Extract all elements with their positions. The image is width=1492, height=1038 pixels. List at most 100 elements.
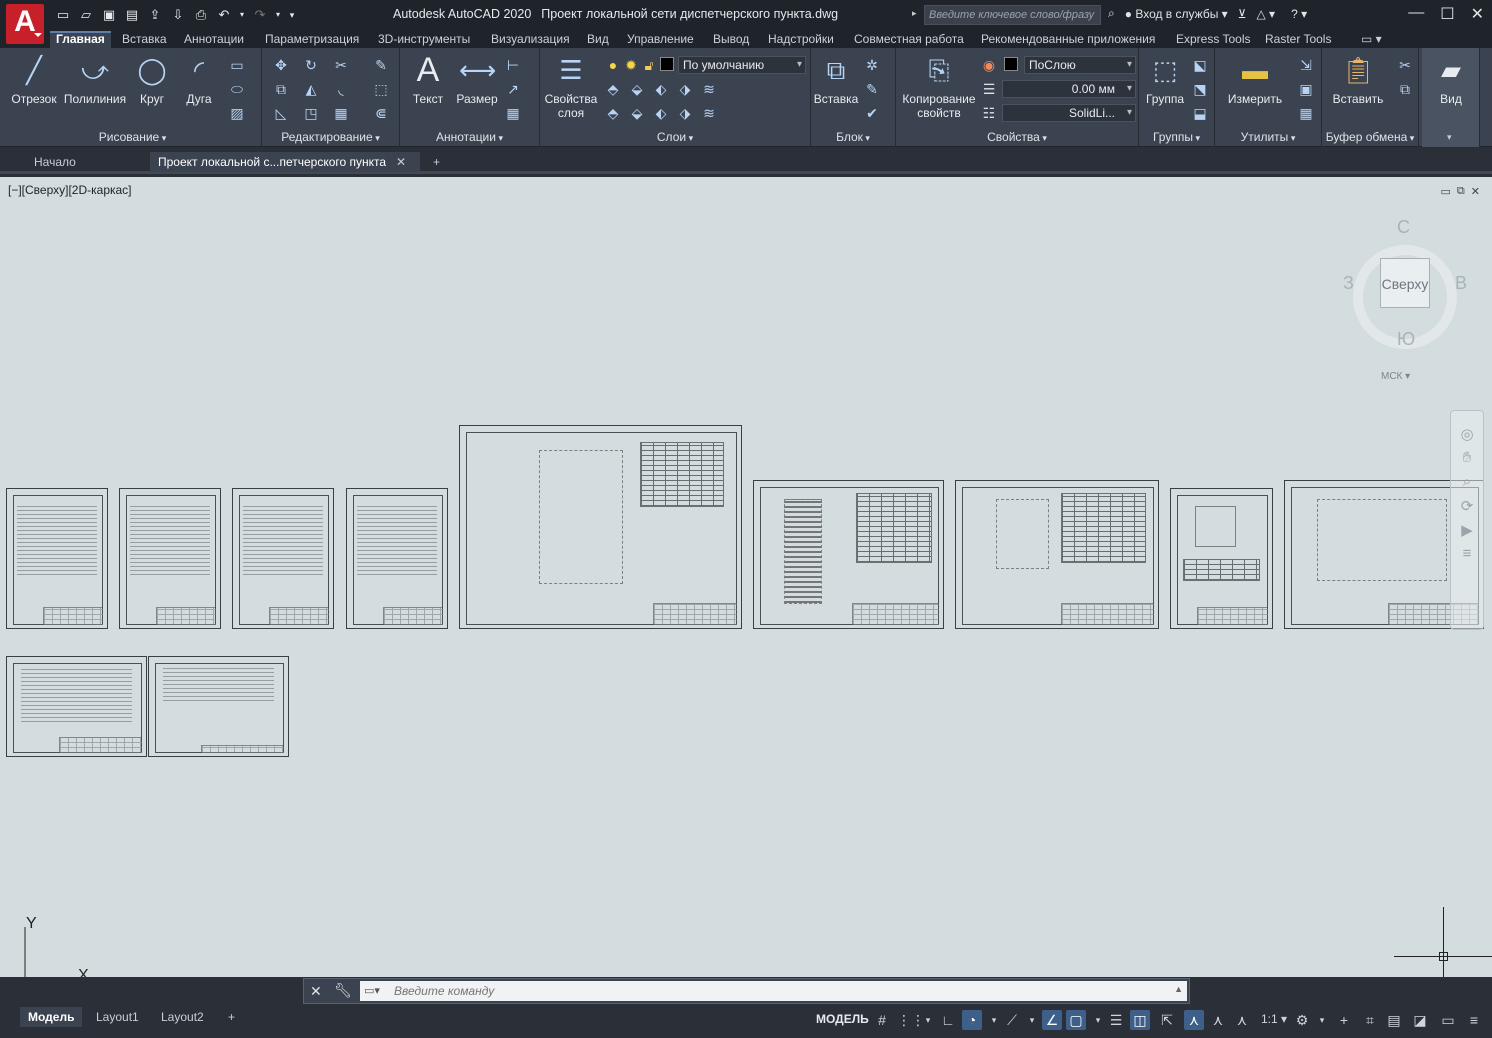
- color-wheel-icon[interactable]: ◉: [980, 56, 998, 74]
- lineweight-dropdown[interactable]: 0.00 мм: [1002, 80, 1136, 98]
- paste-tool[interactable]: 📋︎ Вставить: [1326, 52, 1390, 106]
- help-icon[interactable]: ? ▾: [1291, 7, 1307, 21]
- minimize-icon[interactable]: —: [1408, 4, 1424, 24]
- copy-clip-icon[interactable]: ⧉: [1396, 80, 1414, 98]
- workspace-gear-icon[interactable]: ⚙: [1292, 1010, 1312, 1030]
- tab-view[interactable]: Вид: [581, 31, 615, 48]
- offset-icon[interactable]: ⋐: [372, 104, 390, 122]
- drawing-sheet[interactable]: [6, 488, 108, 629]
- quick-properties-icon[interactable]: ▤: [1384, 1010, 1404, 1030]
- tab-manage[interactable]: Управление: [621, 31, 700, 48]
- tab-annotate[interactable]: Аннотации: [178, 31, 250, 48]
- transparency-icon[interactable]: ◫: [1130, 1010, 1150, 1030]
- panel-title-annotation[interactable]: Аннотации: [400, 130, 539, 144]
- save-as-icon[interactable]: ▤: [123, 6, 141, 24]
- scale-icon[interactable]: ◳: [302, 104, 320, 122]
- panel-title-groups[interactable]: Группы: [1139, 130, 1214, 144]
- layer-lock-icon[interactable]: 🔓︎: [640, 56, 658, 74]
- grid-icon[interactable]: #: [872, 1010, 892, 1030]
- group-edit-icon[interactable]: ⬔: [1191, 80, 1209, 98]
- customization-menu-icon[interactable]: ≡: [1464, 1010, 1484, 1030]
- group-tool[interactable]: ⬚ Группа: [1141, 52, 1189, 106]
- selection-cycling-icon[interactable]: ⇱: [1157, 1010, 1177, 1030]
- tab-start[interactable]: Начало: [26, 152, 84, 172]
- command-line-customize-icon[interactable]: 🔧︎: [334, 982, 352, 999]
- select-all-icon[interactable]: ▣: [1297, 80, 1315, 98]
- layer-dropdown[interactable]: По умолчанию: [678, 56, 806, 74]
- polyline-tool[interactable]: ⤻ Полилиния: [62, 52, 128, 106]
- layer-lock-tool-icon[interactable]: ⬗: [676, 80, 694, 98]
- view-tool[interactable]: ▰ Вид: [1426, 52, 1476, 106]
- ribbon-toggle-icon[interactable]: ▭ ▾: [1355, 31, 1388, 48]
- binoculars-icon[interactable]: ⌕: [1108, 6, 1115, 21]
- isodraft-icon[interactable]: ⟋: [1002, 1010, 1022, 1030]
- layer-properties-tool[interactable]: ☰ Свойства слоя: [542, 52, 600, 120]
- panel-title-layers[interactable]: Слои: [540, 130, 810, 144]
- command-history-icon[interactable]: ▲: [1174, 984, 1183, 994]
- cut-icon[interactable]: ✂: [1396, 56, 1414, 74]
- make-current-icon[interactable]: ⬘: [604, 104, 622, 122]
- explode-icon[interactable]: ⬚: [372, 80, 390, 98]
- search-input[interactable]: Введите ключевое слово/фразу: [924, 5, 1101, 25]
- hatch-pattern-icon[interactable]: ▨: [228, 104, 246, 122]
- osnap-dropdown-icon[interactable]: ▾: [1088, 1010, 1108, 1030]
- tab-layout1[interactable]: Layout1: [88, 1007, 147, 1027]
- zoom-icon[interactable]: ⌕: [1451, 473, 1483, 497]
- drawing-sheet-spec[interactable]: [6, 656, 147, 757]
- wcs-menu[interactable]: МСК ▾: [1381, 371, 1410, 382]
- layer-off-icon[interactable]: ⬘: [604, 80, 622, 98]
- open-icon[interactable]: ▱: [77, 6, 95, 24]
- drawing-sheet[interactable]: [232, 488, 334, 629]
- command-input[interactable]: [360, 981, 1187, 1001]
- search-expand-icon[interactable]: ▸: [912, 8, 917, 19]
- signin-button[interactable]: ● Вход в службы ▾: [1125, 7, 1228, 21]
- viewport-controls-label[interactable]: [−][Сверху][2D-каркас]: [8, 183, 132, 197]
- panel-title-draw[interactable]: Рисование: [4, 130, 261, 144]
- snap-dropdown-icon[interactable]: ▾: [918, 1010, 938, 1030]
- layer-thaw-icon[interactable]: ⬖: [652, 104, 670, 122]
- copy-icon[interactable]: ⧉: [272, 80, 290, 98]
- viewcube[interactable]: С Ю З В Сверху МСК ▾: [1343, 217, 1467, 387]
- lineweight-toggle-icon[interactable]: ☰: [1106, 1010, 1126, 1030]
- object-snap-tracking-icon[interactable]: ∠: [1042, 1010, 1062, 1030]
- calculator-icon[interactable]: ▦: [1297, 104, 1315, 122]
- workspace-dropdown-icon[interactable]: ▾: [1312, 1010, 1332, 1030]
- tab-collaborate[interactable]: Совместная работа: [848, 31, 970, 48]
- circle-tool[interactable]: ◯ Круг: [132, 52, 172, 106]
- hatch-icon[interactable]: ⬭: [228, 80, 246, 98]
- layer-isolate-icon[interactable]: ⬙: [628, 80, 646, 98]
- color-dropdown[interactable]: ПоСлою: [1024, 56, 1136, 74]
- drawing-sheet[interactable]: [119, 488, 221, 629]
- lineweight-icon[interactable]: ☰: [980, 80, 998, 98]
- layer-freeze-icon[interactable]: ✹: [622, 56, 640, 74]
- new-tab-icon[interactable]: +: [425, 152, 448, 172]
- panel-title-properties[interactable]: Свойства: [896, 130, 1138, 144]
- tab-visualize[interactable]: Визуализация: [485, 31, 576, 48]
- tab-3d-tools[interactable]: 3D-инструменты: [372, 31, 476, 48]
- cart-icon[interactable]: ⊻: [1238, 7, 1247, 21]
- a360-icon[interactable]: △ ▾: [1256, 7, 1275, 21]
- orbit-icon[interactable]: ⟳: [1451, 497, 1483, 521]
- save-to-web-icon[interactable]: ⇩: [169, 6, 187, 24]
- annotation-visibility-icon[interactable]: ⋏: [1184, 1010, 1204, 1030]
- mirror-icon[interactable]: ◭: [302, 80, 320, 98]
- showmotion-icon[interactable]: ▶: [1451, 521, 1483, 545]
- drawing-canvas[interactable]: [−][Сверху][2D-каркас] ▭ ⧉ ✕ С Ю З В Све…: [0, 177, 1492, 977]
- tab-featured-apps[interactable]: Рекомендованные приложения: [975, 31, 1161, 48]
- table-icon[interactable]: ▦: [504, 104, 522, 122]
- compass-west[interactable]: З: [1343, 273, 1354, 294]
- annotation-scale-dropdown[interactable]: 1:1 ▾: [1261, 1012, 1287, 1026]
- viewport-close-icon[interactable]: ✕: [1471, 185, 1480, 198]
- drawing-sheet[interactable]: [1170, 488, 1273, 629]
- measure-tool[interactable]: ▬ Измерить: [1219, 52, 1291, 106]
- save-icon[interactable]: ▣: [100, 6, 118, 24]
- block-attributes-icon[interactable]: ✔: [863, 104, 881, 122]
- tab-layout2[interactable]: Layout2: [153, 1007, 212, 1027]
- open-from-web-icon[interactable]: ⇪: [146, 6, 164, 24]
- drawing-sheet-spec[interactable]: [148, 656, 289, 757]
- compass-east[interactable]: В: [1455, 273, 1467, 294]
- panel-title-utilities[interactable]: Утилиты: [1215, 130, 1321, 144]
- isodraft-dropdown-icon[interactable]: ▾: [1022, 1010, 1042, 1030]
- group-select-icon[interactable]: ⬓: [1191, 104, 1209, 122]
- close-tab-icon[interactable]: ✕: [396, 155, 406, 169]
